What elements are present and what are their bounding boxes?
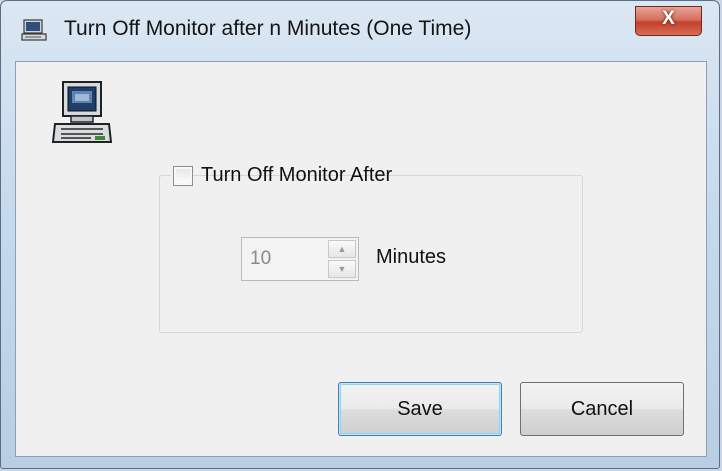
chevron-down-icon: ▼	[337, 264, 347, 274]
save-button[interactable]: Save	[338, 382, 502, 436]
close-icon: X	[662, 8, 675, 29]
turn-off-monitor-label[interactable]: Turn Off Monitor After	[201, 164, 392, 187]
computer-icon	[51, 81, 113, 143]
spinner-buttons: ▲ ▼	[328, 240, 356, 278]
spin-down-button[interactable]: ▼	[328, 260, 356, 278]
close-button[interactable]: X	[635, 6, 702, 36]
turn-off-monitor-option[interactable]: Turn Off Monitor After	[171, 164, 392, 190]
turn-off-monitor-checkbox[interactable]	[173, 166, 193, 186]
dialog-client-area: Turn Off Monitor After 10 ▲ ▼ Minutes Sa…	[15, 61, 707, 457]
cancel-button[interactable]: Cancel	[520, 382, 684, 436]
dialog-window: Turn Off Monitor after n Minutes (One Ti…	[0, 0, 720, 469]
title-bar[interactable]: Turn Off Monitor after n Minutes (One Ti…	[1, 1, 719, 59]
monitor-options-group	[159, 175, 583, 333]
window-title: Turn Off Monitor after n Minutes (One Ti…	[64, 17, 472, 40]
spin-up-button[interactable]: ▲	[328, 240, 356, 258]
minutes-value[interactable]: 10	[250, 248, 271, 270]
chevron-up-icon: ▲	[337, 244, 347, 254]
monitor-icon	[21, 19, 47, 41]
minutes-spinner[interactable]: 10 ▲ ▼	[241, 237, 359, 281]
minutes-label: Minutes	[376, 246, 447, 268]
